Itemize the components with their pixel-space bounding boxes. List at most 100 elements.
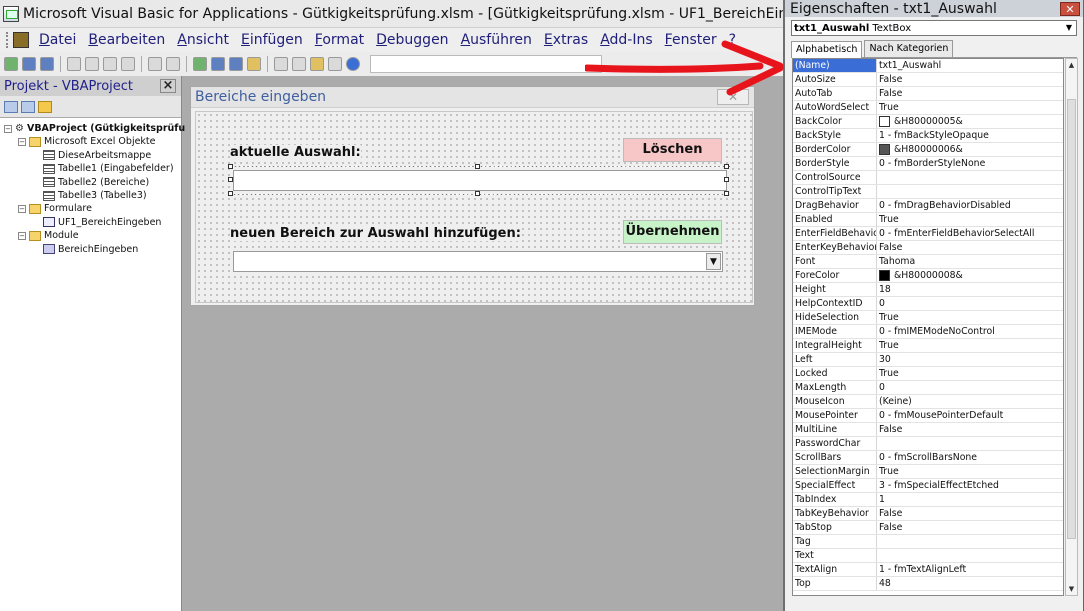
property-value[interactable]: True <box>877 101 1063 114</box>
property-row[interactable]: HelpContextID 0 <box>793 297 1063 311</box>
menu-ausfuehren[interactable]: Ausführen <box>455 32 538 48</box>
property-value[interactable] <box>877 185 1063 198</box>
resize-handle[interactable] <box>228 164 233 169</box>
resize-handle[interactable] <box>724 191 729 196</box>
find-icon[interactable] <box>121 57 135 71</box>
redo-icon[interactable] <box>166 57 180 71</box>
property-value[interactable]: 3 - fmSpecialEffectEtched <box>877 479 1063 492</box>
userform-canvas[interactable]: aktuelle Auswahl: Löschen neuen Bereich … <box>195 111 753 303</box>
property-value[interactable]: 0 - fmEnterFieldBehaviorSelectAll <box>877 227 1063 240</box>
property-row[interactable]: AutoSize False <box>793 73 1063 87</box>
property-value[interactable]: True <box>877 339 1063 352</box>
property-value[interactable]: Tahoma <box>877 255 1063 268</box>
property-row[interactable]: Font Tahoma <box>793 255 1063 269</box>
property-value[interactable]: &H80000005& <box>877 115 1063 128</box>
property-row[interactable]: (Name) txt1_Auswahl <box>793 59 1063 73</box>
property-value[interactable]: 1 - fmBackStyleOpaque <box>877 129 1063 142</box>
project-explorer-icon[interactable] <box>274 57 288 71</box>
toggle-folders-icon[interactable] <box>38 100 52 113</box>
chevron-down-icon[interactable]: ▼ <box>706 253 721 270</box>
excel-view-icon[interactable] <box>13 32 29 48</box>
property-value[interactable]: 0 - fmIMEModeNoControl <box>877 325 1063 338</box>
toolbox-icon[interactable] <box>328 57 342 71</box>
collapse-toggle-icon[interactable]: − <box>18 231 26 240</box>
property-name[interactable]: Locked <box>793 367 877 380</box>
menu-ansicht[interactable]: Ansicht <box>171 32 235 48</box>
property-row[interactable]: MouseIcon (Keine) <box>793 395 1063 409</box>
property-value[interactable] <box>877 535 1063 548</box>
property-row[interactable]: SpecialEffect 3 - fmSpecialEffectEtched <box>793 479 1063 493</box>
property-name[interactable]: ScrollBars <box>793 451 877 464</box>
close-icon[interactable]: × <box>160 79 176 93</box>
property-row[interactable]: MousePointer 0 - fmMousePointerDefault <box>793 409 1063 423</box>
resize-handle[interactable] <box>475 191 480 196</box>
resize-handle[interactable] <box>724 164 729 169</box>
property-row[interactable]: BackColor &H80000005& <box>793 115 1063 129</box>
close-icon[interactable]: ✕ <box>1060 1 1080 16</box>
property-name[interactable]: Tag <box>793 535 877 548</box>
property-name[interactable]: IMEMode <box>793 325 877 338</box>
property-name[interactable]: ForeColor <box>793 269 877 282</box>
property-row[interactable]: TabStop False <box>793 521 1063 535</box>
property-row[interactable]: DragBehavior 0 - fmDragBehaviorDisabled <box>793 199 1063 213</box>
property-value[interactable]: True <box>877 367 1063 380</box>
property-row[interactable]: TabIndex 1 <box>793 493 1063 507</box>
property-value[interactable]: 0 - fmMousePointerDefault <box>877 409 1063 422</box>
property-value[interactable]: 0 <box>877 297 1063 310</box>
insert-userform-icon[interactable] <box>22 57 36 71</box>
tree-node[interactable]: Tabelle3 (Tabelle3) <box>4 189 181 202</box>
collapse-toggle-icon[interactable]: − <box>4 124 12 133</box>
property-name[interactable]: SelectionMargin <box>793 465 877 478</box>
property-value[interactable]: txt1_Auswahl <box>877 59 1063 72</box>
property-row[interactable]: AutoTab False <box>793 87 1063 101</box>
property-name[interactable]: MousePointer <box>793 409 877 422</box>
tree-node[interactable]: Tabelle1 (Eingabefelder) <box>4 162 181 175</box>
property-name[interactable]: EnterKeyBehavior <box>793 241 877 254</box>
scroll-up-icon[interactable]: ▲ <box>1066 59 1077 71</box>
property-row[interactable]: Text <box>793 549 1063 563</box>
property-name[interactable]: TabIndex <box>793 493 877 506</box>
property-row[interactable]: PasswordChar <box>793 437 1063 451</box>
tree-node[interactable]: BereichEingeben <box>4 243 181 256</box>
property-name[interactable]: PasswordChar <box>793 437 877 450</box>
property-name[interactable]: Height <box>793 283 877 296</box>
property-name[interactable]: TabStop <box>793 521 877 534</box>
property-row[interactable]: TabKeyBehavior False <box>793 507 1063 521</box>
txt1-auswahl-textbox[interactable] <box>230 167 730 194</box>
property-value[interactable] <box>877 549 1063 562</box>
property-name[interactable]: AutoWordSelect <box>793 101 877 114</box>
run-icon[interactable] <box>193 57 207 71</box>
menu-format[interactable]: Format <box>309 32 370 48</box>
property-value[interactable]: 1 - fmTextAlignLeft <box>877 563 1063 576</box>
property-row[interactable]: BackStyle 1 - fmBackStyleOpaque <box>793 129 1063 143</box>
range-combobox[interactable]: ▼ <box>233 251 723 272</box>
property-row[interactable]: MaxLength 0 <box>793 381 1063 395</box>
undo-icon[interactable] <box>148 57 162 71</box>
property-row[interactable]: ControlSource <box>793 171 1063 185</box>
property-value[interactable]: 30 <box>877 353 1063 366</box>
property-name[interactable]: MultiLine <box>793 423 877 436</box>
property-value[interactable]: False <box>877 423 1063 436</box>
tree-node[interactable]: Tabelle2 (Bereiche) <box>4 176 181 189</box>
property-name[interactable]: TabKeyBehavior <box>793 507 877 520</box>
property-row[interactable]: BorderColor &H80000006& <box>793 143 1063 157</box>
property-row[interactable]: Locked True <box>793 367 1063 381</box>
resize-handle[interactable] <box>475 164 480 169</box>
property-name[interactable]: BorderStyle <box>793 157 877 170</box>
property-row[interactable]: EnterKeyBehavior False <box>793 241 1063 255</box>
property-row[interactable]: BorderStyle 0 - fmBorderStyleNone <box>793 157 1063 171</box>
property-value[interactable]: 0 <box>877 381 1063 394</box>
property-row[interactable]: AutoWordSelect True <box>793 101 1063 115</box>
delete-button[interactable]: Löschen <box>623 138 722 162</box>
scroll-thumb[interactable] <box>1067 99 1076 539</box>
property-value[interactable]: False <box>877 241 1063 254</box>
collapse-toggle-icon[interactable]: − <box>18 138 26 147</box>
properties-icon[interactable] <box>292 57 306 71</box>
property-name[interactable]: AutoTab <box>793 87 877 100</box>
save-icon[interactable] <box>40 57 54 71</box>
property-value[interactable]: 48 <box>877 577 1063 590</box>
property-value[interactable]: 0 - fmDragBehaviorDisabled <box>877 199 1063 212</box>
menubar-grip[interactable] <box>6 32 9 48</box>
scroll-down-icon[interactable]: ▼ <box>1066 583 1077 595</box>
property-name[interactable]: BorderColor <box>793 143 877 156</box>
